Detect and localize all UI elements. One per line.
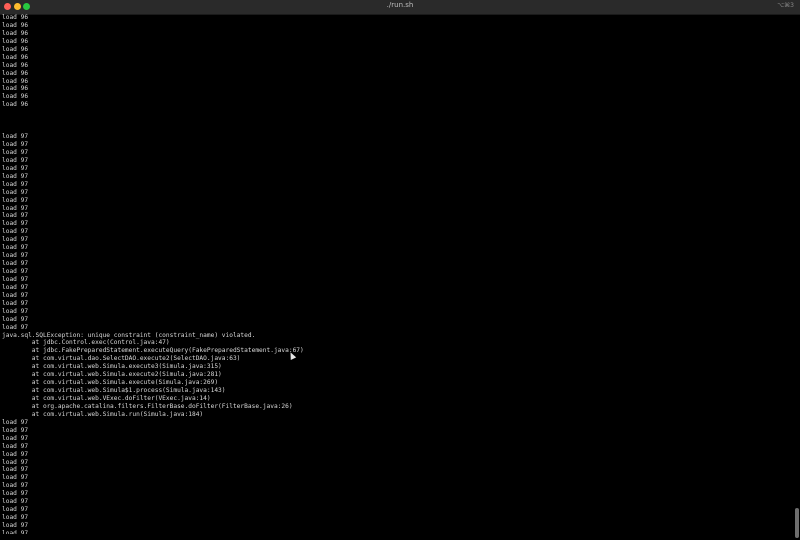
terminal-line: java.sql.SQLException: unique constraint… [2, 331, 256, 339]
terminal-line: load 97 [2, 291, 29, 299]
terminal-line: load 97 [2, 450, 29, 458]
terminal-line: at jdbc.Control.exec(Control.java:47) [2, 339, 170, 347]
terminal-line: load 97 [2, 418, 29, 426]
terminal-line: load 97 [2, 514, 29, 522]
terminal-line: load 96 [2, 29, 29, 37]
terminal-line: load 97 [2, 442, 29, 450]
terminal-line: at com.virtual.web.Simula.execute3(Simul… [2, 363, 222, 371]
terminal-line: load 97 [2, 164, 29, 172]
terminal-line: load 97 [2, 204, 29, 212]
scrollbar-thumb[interactable] [795, 508, 799, 538]
terminal-line: load 97 [2, 474, 29, 482]
terminal-output[interactable]: load 96 load 96 load 96 load 96 load 96 load … [2, 14, 790, 534]
terminal-line: load 97 [2, 529, 29, 534]
terminal-line: load 96 [2, 77, 29, 85]
window-shortcut: ⌥⌘3 [777, 2, 794, 9]
terminal-line: load 97 [2, 236, 29, 244]
terminal-line: at com.virtual.web.VExec.doFilter(VExec.… [2, 395, 211, 402]
terminal-line: load 96 [2, 45, 29, 53]
title-bar[interactable]: ./run.sh ⌥⌘3 [0, 0, 800, 15]
terminal-line: load 97 [2, 490, 29, 498]
terminal-line: at com.virtual.web.Simula$1.process(Simu… [2, 387, 226, 395]
terminal-line: load 97 [2, 172, 29, 180]
terminal-line: load 96 [2, 61, 29, 69]
terminal-line: load 97 [2, 148, 29, 156]
terminal-line: load 97 [2, 260, 29, 268]
terminal-line: load 96 [2, 21, 29, 29]
terminal-line: load 97 [2, 141, 29, 148]
terminal-line: at com.virtual.dao.SelectDAO.execute2(Se… [2, 355, 241, 363]
terminal-line: load 97 [2, 498, 29, 506]
terminal-line: load 97 [2, 220, 29, 228]
terminal-line: at com.virtual.web.Simula.execute(Simula… [2, 379, 219, 387]
terminal-line: load 97 [2, 299, 29, 307]
terminal-line: load 97 [2, 522, 29, 529]
terminal-line: load 97 [2, 268, 29, 275]
terminal-line: load 97 [2, 180, 29, 188]
terminal-line: load 97 [2, 315, 29, 323]
terminal-line: load 97 [2, 196, 29, 204]
terminal-line: load 96 [2, 69, 29, 77]
terminal-line: load 97 [2, 458, 29, 466]
terminal-line: load 97 [2, 228, 29, 236]
terminal-line: at jdbc.FakePreparedStatement.executeQue… [2, 347, 304, 355]
terminal-line: load 97 [2, 252, 29, 260]
terminal-line: load 97 [2, 244, 29, 252]
terminal-line: load 97 [2, 426, 29, 434]
terminal-line: load 96 [2, 14, 29, 21]
terminal-line: load 97 [2, 133, 29, 141]
terminal-line: load 97 [2, 482, 29, 490]
terminal-line: load 96 [2, 93, 29, 101]
terminal-line: load 96 [2, 53, 29, 61]
terminal-line: load 97 [2, 275, 29, 283]
terminal-line: load 97 [2, 307, 29, 315]
terminal-line: load 96 [2, 85, 29, 93]
terminal-line: load 96 [2, 101, 29, 109]
scrollbar-track[interactable] [794, 14, 799, 540]
terminal-line: at com.virtual.web.Simula.execute2(Simul… [2, 371, 222, 379]
terminal-line: load 97 [2, 506, 29, 514]
terminal-line: load 97 [2, 212, 29, 220]
terminal-line: load 97 [2, 283, 29, 291]
window-title: ./run.sh [386, 1, 414, 9]
terminal-window: ./run.sh ⌥⌘3 load 96 load 96 load 96 load 9… [0, 0, 800, 540]
terminal-line: load 97 [2, 434, 29, 442]
terminal-line: at com.virtual.web.Simula.run(Simula.jav… [2, 410, 204, 418]
terminal-line: load 97 [2, 323, 29, 331]
terminal-line: load 97 [2, 156, 29, 164]
terminal-line: load 96 [2, 37, 29, 45]
terminal-line: at org.apache.catalina.filters.FilterBas… [2, 402, 293, 410]
terminal-line: load 97 [2, 466, 29, 474]
terminal-line: load 97 [2, 188, 29, 196]
